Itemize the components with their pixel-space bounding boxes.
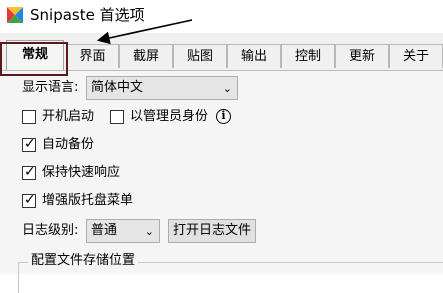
tab-capture[interactable]: 截屏 (119, 44, 173, 68)
log-level-select-value: 普通 (91, 223, 118, 238)
tab-update[interactable]: 更新 (335, 44, 389, 68)
snipaste-logo-icon (7, 7, 23, 23)
enhanced-tray-menu-label: 增强版托盘菜单 (42, 193, 134, 208)
info-icon[interactable]: i (216, 109, 231, 124)
auto-backup-label: 自动备份 (42, 137, 95, 152)
chevron-down-icon: ⌄ (144, 225, 154, 238)
preferences-window: Snipaste 首选项 常规 界面 截屏 贴图 输出 控制 更新 关于 显示语… (0, 0, 443, 293)
language-select-value: 简体中文 (91, 80, 144, 95)
log-level-label: 日志级别: (22, 223, 79, 238)
tab-interface[interactable]: 界面 (66, 44, 119, 68)
language-label: 显示语言: (22, 80, 79, 95)
keep-responsive-checkbox[interactable]: ✓ (22, 164, 36, 180)
window-title: Snipaste 首选项 (30, 6, 145, 24)
tab-strip: 常规 界面 截屏 贴图 输出 控制 更新 关于 (0, 33, 443, 70)
auto-backup-checkbox[interactable]: ✓ (22, 136, 36, 152)
startup-label: 开机启动 (42, 109, 95, 124)
tab-output[interactable]: 输出 (227, 44, 281, 68)
run-as-admin-label: 以管理员身份 (130, 109, 209, 124)
config-storage-group-title: 配置文件存储位置 (28, 252, 139, 270)
check-icon: ✓ (24, 164, 36, 180)
tab-control[interactable]: 控制 (281, 44, 335, 68)
open-log-file-button[interactable]: 打开日志文件 (168, 219, 256, 243)
title-bar: Snipaste 首选项 (0, 0, 443, 33)
startup-checkbox[interactable] (22, 110, 36, 124)
check-icon: ✓ (24, 136, 36, 152)
log-level-select[interactable]: 普通 ⌄ (86, 219, 160, 243)
tab-about[interactable]: 关于 (389, 44, 443, 68)
run-as-admin-checkbox[interactable] (110, 110, 124, 124)
keep-responsive-label: 保持快速响应 (42, 165, 121, 180)
tab-paste[interactable]: 贴图 (173, 44, 227, 68)
chevron-down-icon: ⌄ (222, 82, 232, 95)
check-icon: ✓ (24, 192, 36, 208)
enhanced-tray-menu-checkbox[interactable]: ✓ (22, 192, 36, 208)
language-select[interactable]: 简体中文 ⌄ (86, 76, 238, 100)
tab-general[interactable]: 常规 (6, 40, 64, 70)
